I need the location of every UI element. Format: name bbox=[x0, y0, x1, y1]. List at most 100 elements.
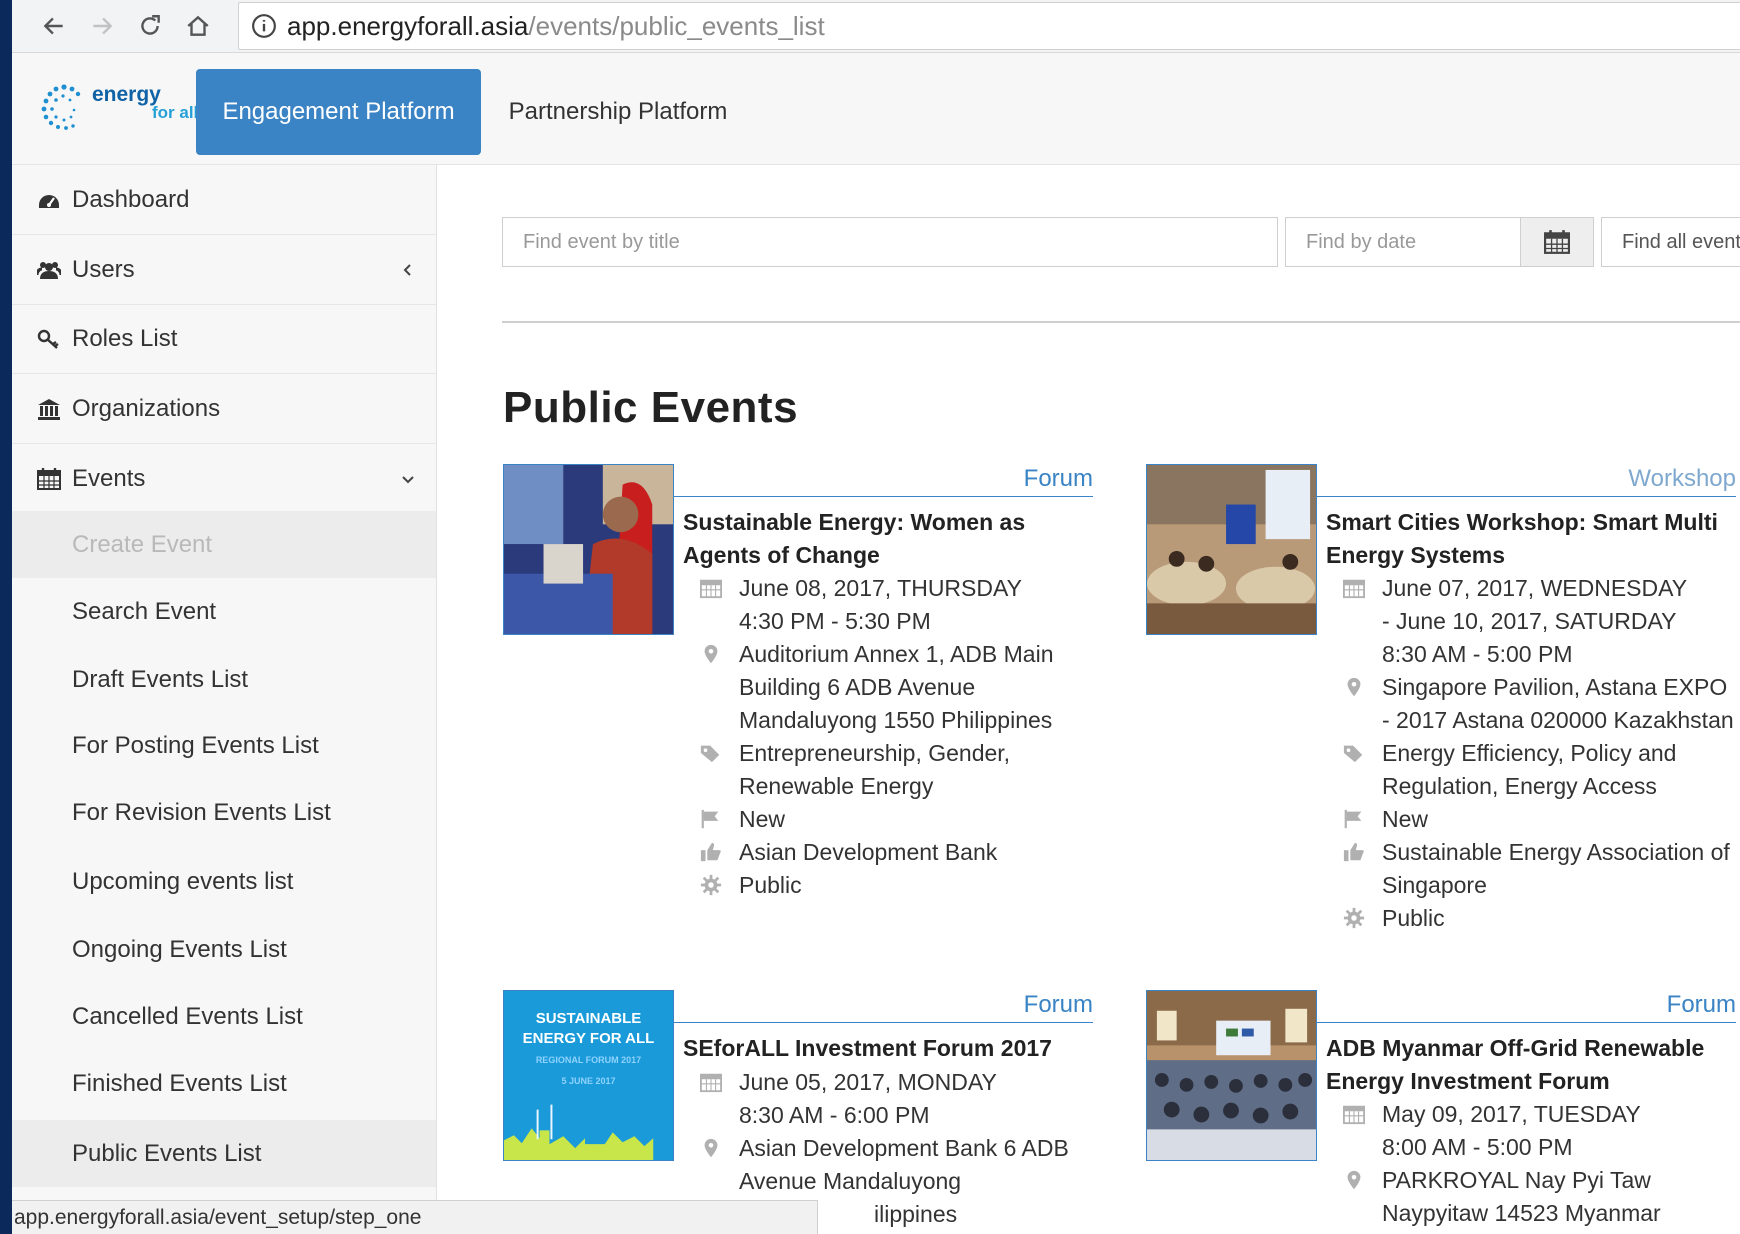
event-title[interactable]: Smart Cities Workshop: Smart Multi Energ… bbox=[1326, 506, 1736, 572]
sidebar-item-users[interactable]: Users bbox=[12, 235, 436, 305]
event-date: June 07, 2017, WEDNESDAY bbox=[1382, 575, 1688, 601]
info-icon[interactable] bbox=[251, 13, 277, 39]
browser-window: app.energyforall.asia/events/public_even… bbox=[12, 0, 1740, 1234]
thumbnail-caption-line-4: 5 JUNE 2017 bbox=[561, 1076, 616, 1086]
sidebar-sub-ongoing[interactable]: Ongoing Events List bbox=[12, 916, 436, 983]
logo-text: energy for all bbox=[92, 83, 198, 121]
flag-icon bbox=[683, 803, 739, 836]
url-path: /events/public_events_list bbox=[528, 11, 825, 41]
thumbnail-caption-line-3: REGIONAL FORUM 2017 bbox=[535, 1055, 642, 1065]
calendar-icon bbox=[683, 572, 739, 638]
date-picker-button[interactable] bbox=[1520, 217, 1594, 267]
find-all-events-select[interactable]: Find all event t bbox=[1601, 217, 1740, 267]
sidebar-sub-cancelled[interactable]: Cancelled Events List bbox=[12, 983, 436, 1050]
event-tags: Energy Efficiency, Policy and Regulation… bbox=[1382, 740, 1677, 799]
event-organizer: Sustainable Energy Association of Singap… bbox=[1382, 839, 1730, 898]
sidebar-item-roles-list[interactable]: Roles List bbox=[12, 304, 436, 374]
event-date: June 08, 2017, THURSDAY bbox=[739, 575, 1022, 601]
event-title[interactable]: ADB Myanmar Off-Grid Renewable Energy In… bbox=[1326, 1032, 1736, 1098]
url-text[interactable]: app.energyforall.asia/events/public_even… bbox=[287, 12, 825, 40]
calendar-icon bbox=[1326, 572, 1382, 671]
event-time: 8:30 AM - 5:00 PM bbox=[1382, 641, 1573, 667]
event-thumbnail[interactable] bbox=[1146, 464, 1317, 635]
home-button[interactable] bbox=[178, 6, 218, 46]
calendar-icon bbox=[1326, 1098, 1382, 1164]
sidebar-item-label: Organizations bbox=[72, 394, 221, 422]
sidebar-sub-create-event[interactable]: Create Event bbox=[12, 511, 436, 578]
address-bar[interactable]: app.energyforall.asia/events/public_even… bbox=[238, 2, 1740, 50]
event-visibility: Public bbox=[739, 872, 802, 898]
event-status: New bbox=[739, 806, 786, 832]
app-header: energy for all Engagement Platform Partn… bbox=[12, 53, 1740, 165]
event-venue: Auditorium Annex 1, ADB Main Building 6 … bbox=[739, 641, 1054, 733]
event-time: 8:30 AM - 6:00 PM bbox=[739, 1102, 930, 1128]
browser-toolbar: app.energyforall.asia/events/public_even… bbox=[12, 0, 1740, 53]
tab-partnership-platform[interactable]: Partnership Platform bbox=[498, 69, 738, 155]
event-venue: PARKROYAL Nay Pyi Taw Naypyitaw 14523 My… bbox=[1382, 1167, 1661, 1226]
sidebar-item-dashboard[interactable]: Dashboard bbox=[12, 165, 436, 235]
event-date: June 05, 2017, MONDAY bbox=[739, 1069, 997, 1095]
sidebar-sub-upcoming[interactable]: Upcoming events list bbox=[12, 848, 436, 915]
search-title-input[interactable]: Find event by title bbox=[502, 217, 1278, 267]
event-time: 4:30 PM - 5:30 PM bbox=[739, 608, 931, 634]
home-icon bbox=[187, 15, 209, 36]
sidebar-sub-for-revision[interactable]: For Revision Events List bbox=[12, 779, 436, 846]
event-category[interactable]: Forum bbox=[1317, 990, 1736, 1023]
tags-icon bbox=[683, 737, 739, 803]
browser-status-bar: app.energyforall.asia/event_setup/step_o… bbox=[12, 1200, 818, 1234]
calendar-icon bbox=[36, 467, 62, 491]
event-thumbnail[interactable] bbox=[1146, 990, 1317, 1161]
sidebar-sub-public-events[interactable]: Public Events List bbox=[12, 1120, 436, 1187]
map-marker-icon bbox=[1326, 671, 1382, 737]
event-venue: Asian Development Bank 6 ADB Avenue Mand… bbox=[739, 1135, 1069, 1194]
event-title[interactable]: SEforALL Investment Forum 2017 bbox=[683, 1032, 1093, 1065]
event-meta: June 08, 2017, THURSDAY 4:30 PM - 5:30 PM… bbox=[683, 572, 1093, 902]
sidebar-sub-for-posting[interactable]: For Posting Events List bbox=[12, 712, 436, 779]
chevron-down-icon[interactable] bbox=[400, 444, 416, 513]
event-title[interactable]: Sustainable Energy: Women as Agents of C… bbox=[683, 506, 1093, 572]
reload-button[interactable] bbox=[130, 6, 170, 46]
energy-for-all-logo[interactable]: energy for all bbox=[40, 83, 198, 135]
event-time: 8:00 AM - 5:00 PM bbox=[1382, 1134, 1573, 1160]
search-date-input[interactable]: Find by date bbox=[1285, 217, 1521, 267]
event-thumbnail[interactable] bbox=[503, 464, 674, 635]
reload-icon bbox=[141, 15, 160, 35]
bank-icon bbox=[36, 397, 62, 421]
divider bbox=[502, 321, 1740, 323]
event-date-end: - June 10, 2017, SATURDAY bbox=[1382, 608, 1677, 634]
page-title: Public Events bbox=[503, 383, 799, 432]
map-marker-icon bbox=[683, 638, 739, 737]
calendar-icon bbox=[683, 1066, 739, 1132]
thumbnail-caption-line-1: SUSTAINABLE bbox=[535, 1010, 642, 1027]
logo-swirl-icon bbox=[41, 84, 81, 130]
event-category[interactable]: Forum bbox=[674, 990, 1093, 1023]
sidebar-sub-finished[interactable]: Finished Events List bbox=[12, 1050, 436, 1117]
event-category[interactable]: Forum bbox=[674, 464, 1093, 497]
sidebar: Dashboard Users Roles List Organizations bbox=[12, 165, 437, 1234]
event-card[interactable]: Forum Sustainable Energy: Women as Agent… bbox=[503, 464, 1093, 984]
event-tags: Entrepreneurship, Gender, Renewable Ener… bbox=[739, 740, 1011, 799]
sidebar-item-label: Events bbox=[72, 464, 146, 492]
event-venue: Singapore Pavilion, Astana EXPO - 2017 A… bbox=[1382, 674, 1734, 733]
event-meta: May 09, 2017, TUESDAY 8:00 AM - 5:00 PM P… bbox=[1326, 1098, 1736, 1230]
users-icon bbox=[36, 258, 62, 282]
tab-engagement-platform[interactable]: Engagement Platform bbox=[196, 69, 481, 155]
event-category[interactable]: Workshop bbox=[1317, 464, 1736, 497]
sidebar-item-organizations[interactable]: Organizations bbox=[12, 374, 436, 444]
event-card[interactable]: Forum ADB Myanmar Off-Grid Renewable Ene… bbox=[1146, 990, 1736, 1234]
sidebar-sub-search-event[interactable]: Search Event bbox=[12, 578, 436, 645]
forward-button[interactable] bbox=[82, 6, 122, 46]
url-host: app.energyforall.asia bbox=[287, 11, 529, 41]
event-visibility: Public bbox=[1382, 905, 1445, 931]
sidebar-item-events[interactable]: Events bbox=[12, 444, 436, 514]
logo-line-1: energy bbox=[92, 83, 161, 106]
event-thumbnail[interactable]: SUSTAINABLE ENERGY FOR ALL REGIONAL FORUM … bbox=[503, 990, 674, 1161]
event-card[interactable]: Workshop Smart Cities Workshop: Smart Mu… bbox=[1146, 464, 1736, 984]
thumbnail-caption: SUSTAINABLE ENERGY FOR ALL REGIONAL FORUM … bbox=[504, 1009, 673, 1091]
sidebar-item-label: Users bbox=[72, 255, 135, 283]
event-card[interactable]: SUSTAINABLE ENERGY FOR ALL REGIONAL FORUM … bbox=[503, 990, 1093, 1234]
back-button[interactable] bbox=[34, 6, 74, 46]
main-content: Find event by title Find by date Find al… bbox=[437, 165, 1740, 1234]
sidebar-sub-draft-events[interactable]: Draft Events List bbox=[12, 646, 436, 713]
chevron-left-icon[interactable] bbox=[400, 235, 416, 304]
